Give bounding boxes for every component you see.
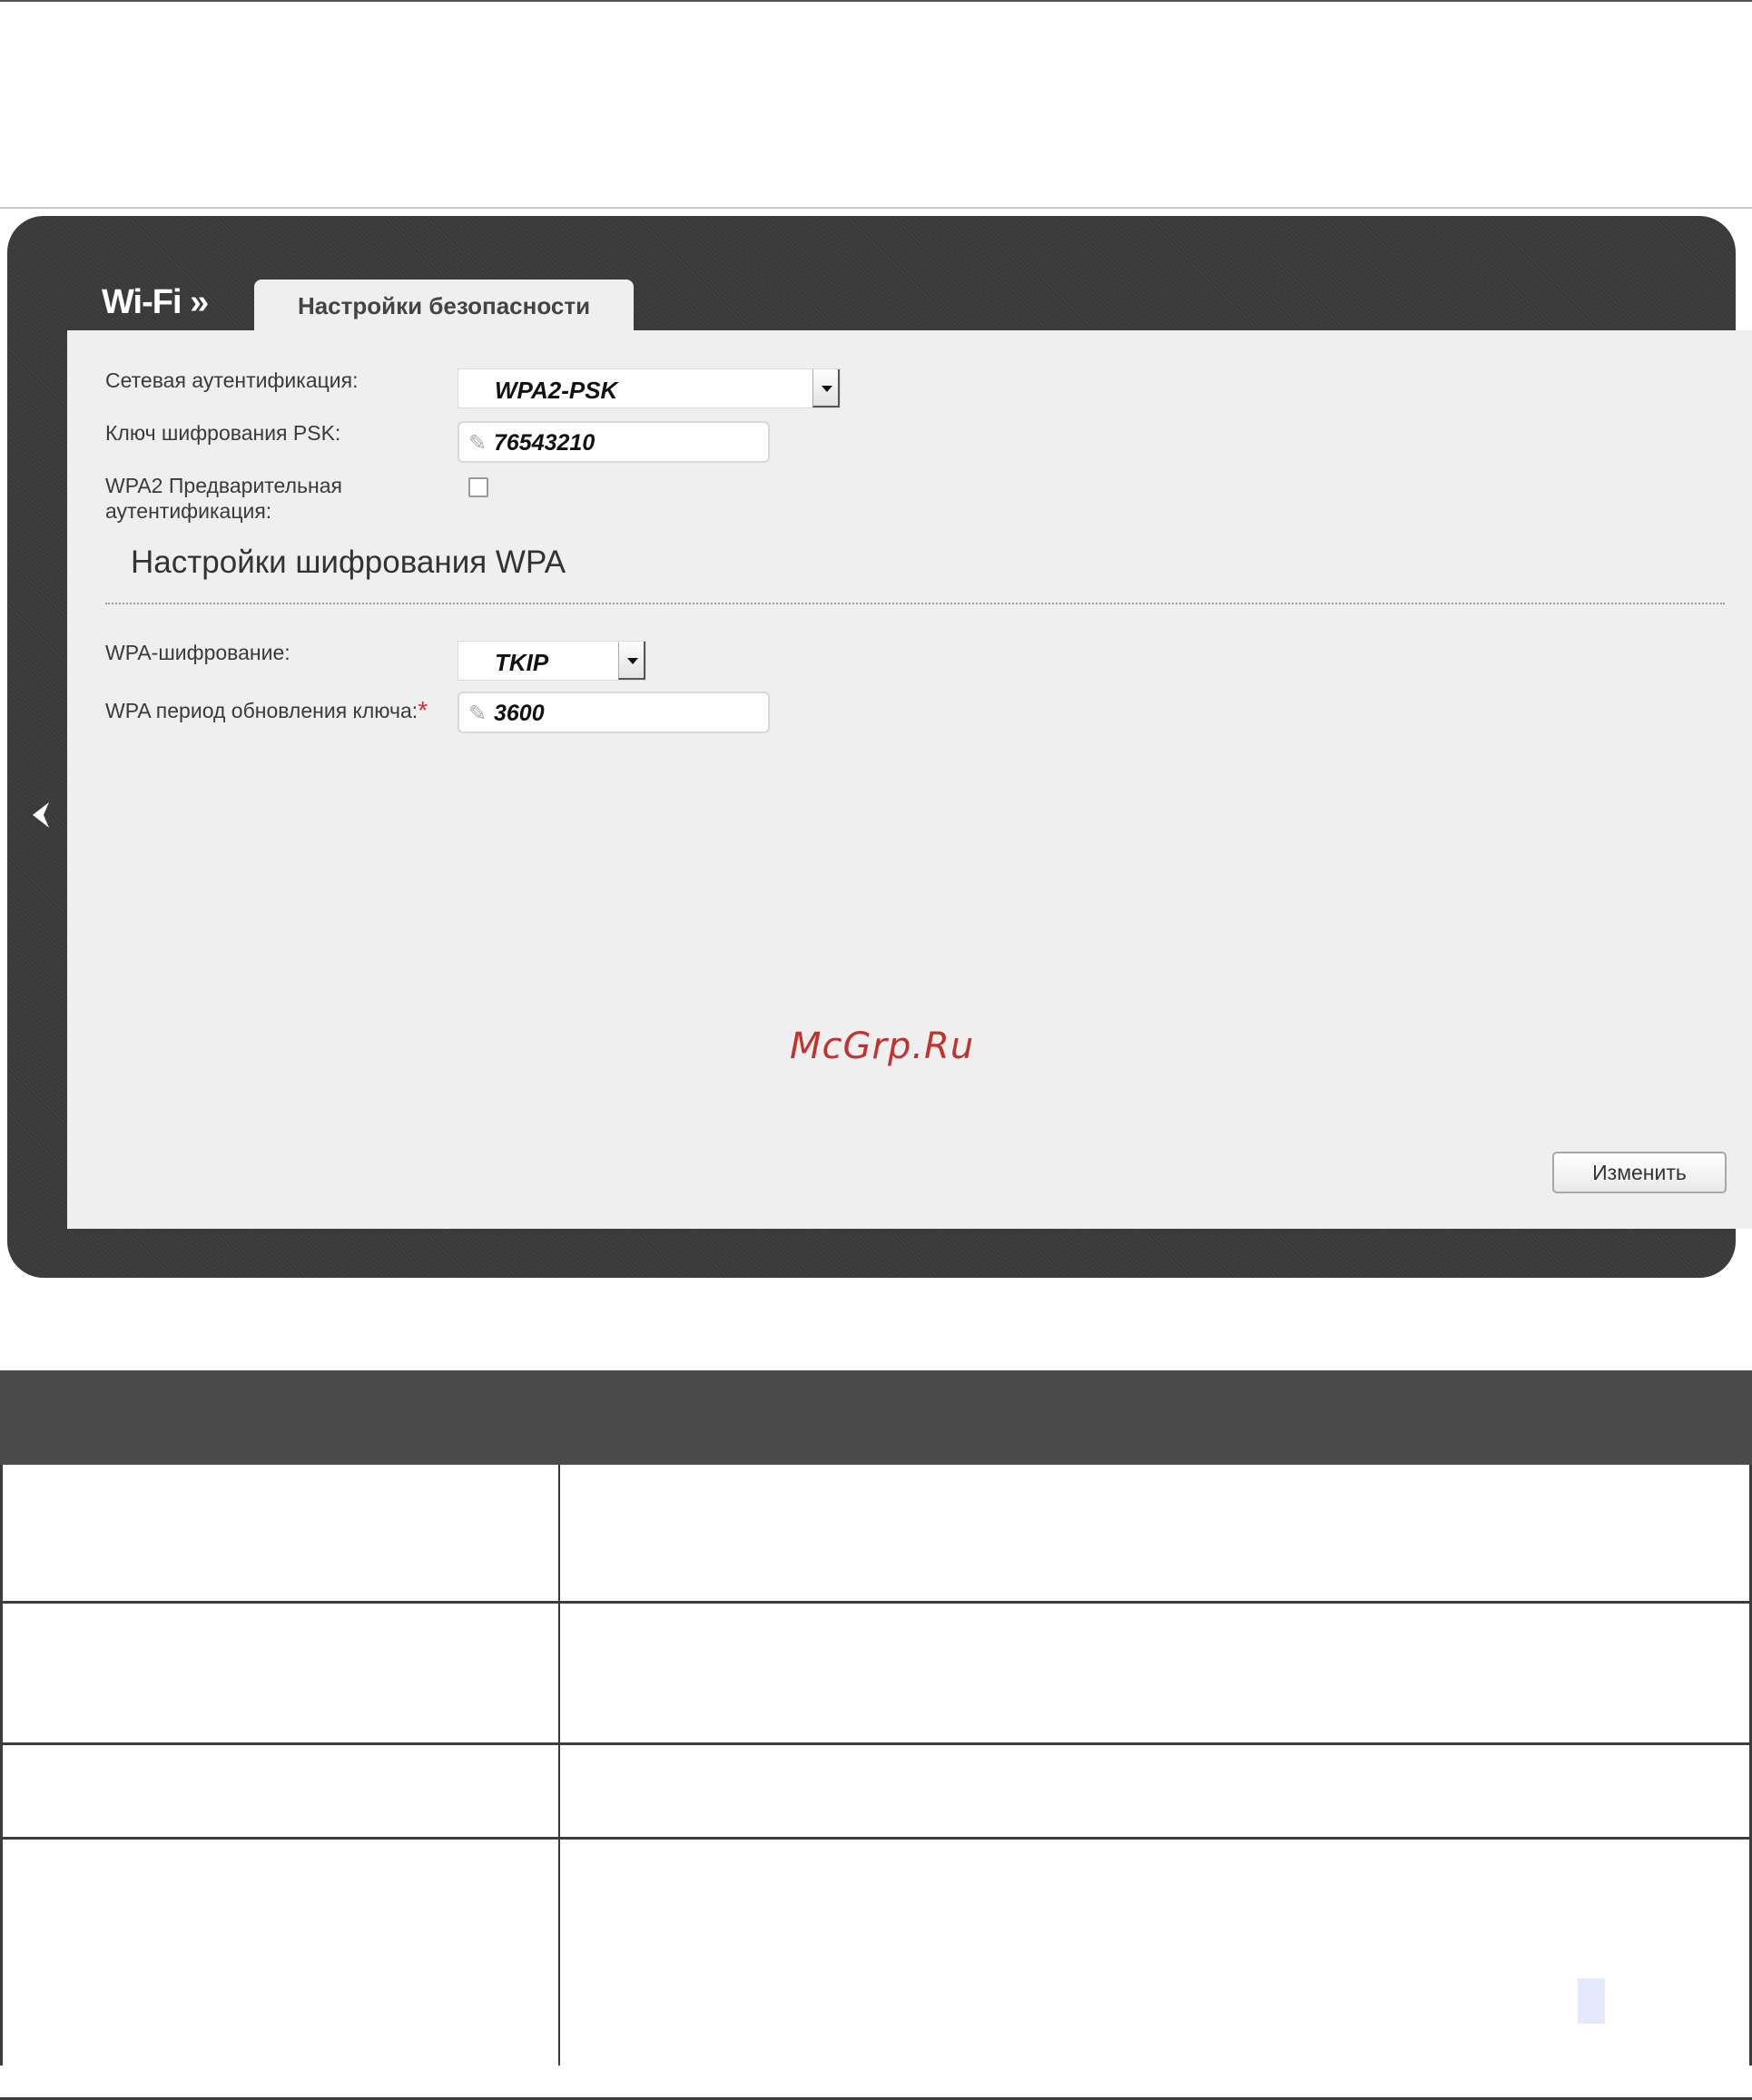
auth-label: Сетевая аутентификация: [105,368,359,392]
preauth-label-line2: аутентификация: [105,499,272,523]
table-row-divider [0,1837,1752,1840]
chevron-down-icon[interactable] [812,369,840,407]
watermark: McGrp.Ru [790,1025,975,1067]
rekey-label: WPA период обновления ключа:* [105,697,428,724]
preauth-label-line1: WPA2 Предварительная [105,474,342,497]
top-rule [0,0,1752,2]
column-separator [558,1465,560,2066]
required-asterisk: * [418,696,428,724]
tab-label: Настройки безопасности [297,292,591,319]
rekey-label-text: WPA период обновления ключа: [105,699,418,722]
table-row-divider [0,1742,1752,1745]
psk-label: Ключ шифрования PSK: [105,421,341,445]
rekey-input[interactable]: ✎ 3600 [458,692,770,733]
router-frame: Wi-Fi » Настройки безопасности Сетевая а… [7,216,1752,1278]
pencil-icon: ✎ [468,431,487,456]
section-divider [105,603,1725,604]
parameter-table [0,1370,1752,2100]
table-row-divider [0,1601,1752,1604]
wpa-encryption-select[interactable]: TKIP [458,641,646,681]
rekey-input-value: 3600 [494,701,545,726]
page-marker [1578,1978,1605,2024]
wpa-encryption-value: TKIP [495,649,549,676]
table-header [0,1370,1752,1465]
psk-input-value: 76543210 [494,430,595,456]
auth-select[interactable]: WPA2-PSK [458,368,841,408]
chevron-down-icon[interactable] [618,642,645,680]
section-title[interactable]: Wi-Fi » [102,283,209,322]
chevron-left-icon[interactable] [25,797,56,833]
settings-panel: Сетевая аутентификация: WPA2-PSK Ключ ши… [67,330,1752,1229]
router-ui-screenshot: Wi-Fi » Настройки безопасности Сетевая а… [0,207,1752,1287]
tab-security-settings[interactable]: Настройки безопасности [254,280,634,332]
pencil-icon: ✎ [468,702,487,726]
change-button[interactable]: Изменить [1552,1152,1727,1193]
wpa-encryption-label: WPA-шифрование: [105,641,290,664]
table-body [0,1465,1752,2066]
preauth-checkbox[interactable] [468,477,488,497]
auth-select-value: WPA2-PSK [495,377,618,404]
wpa-section-heading: Настройки шифрования WPA [131,545,566,580]
psk-input[interactable]: ✎ 76543210 [458,421,770,463]
